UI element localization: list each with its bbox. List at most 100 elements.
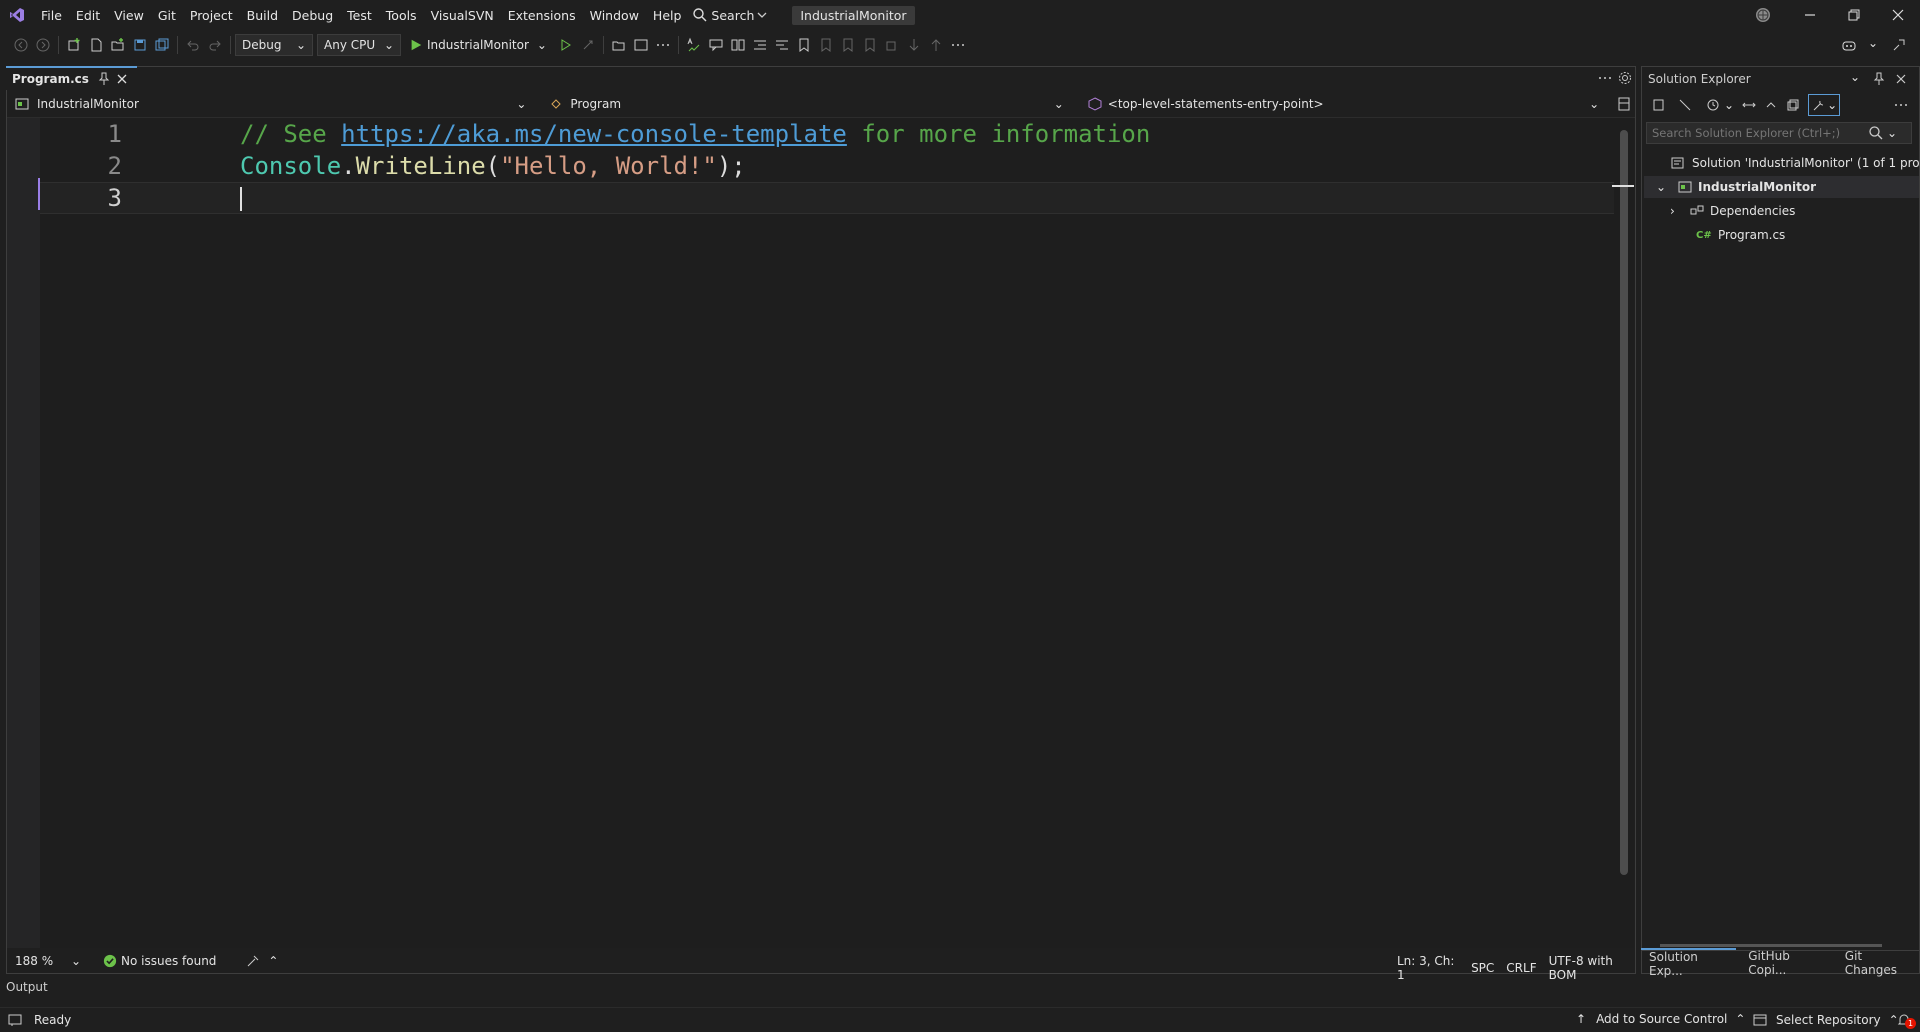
save-icon[interactable] — [129, 34, 151, 56]
tab-solution-explorer[interactable]: Solution Exp... — [1641, 947, 1737, 978]
pending-changes-filter-icon[interactable] — [1674, 94, 1696, 116]
template-link[interactable]: https://aka.ms/new-console-template — [341, 120, 847, 148]
show-all-files-icon[interactable] — [1782, 94, 1804, 116]
menu-debug[interactable]: Debug — [285, 8, 340, 23]
close-tab-icon[interactable] — [113, 68, 131, 90]
bookmark-icon[interactable] — [793, 34, 815, 56]
browse-icon[interactable] — [608, 34, 630, 56]
chevron-down-icon[interactable]: ⌄ — [1724, 98, 1734, 112]
pin-icon[interactable] — [95, 68, 113, 90]
extension-icon[interactable] — [881, 34, 903, 56]
visual-studio-logo-icon[interactable] — [4, 4, 30, 26]
new-item-icon[interactable] — [85, 34, 107, 56]
menu-visualsvn[interactable]: VisualSVN — [424, 8, 501, 23]
tree-item-solution[interactable]: Solution 'IndustrialMonitor' (1 of 1 pro… — [1670, 152, 1919, 174]
more-icon[interactable] — [1890, 94, 1912, 116]
sync-history-icon[interactable] — [1702, 94, 1724, 116]
notifications-button[interactable]: 1 — [1896, 1012, 1916, 1030]
chevron-down-icon[interactable]: ⌄ — [1656, 180, 1670, 194]
switch-views-icon[interactable] — [1648, 94, 1670, 116]
more-icon[interactable] — [652, 34, 674, 56]
copilot-icon[interactable] — [1838, 34, 1860, 56]
menu-build[interactable]: Build — [240, 8, 285, 23]
solution-explorer-search-input[interactable] — [1647, 126, 1867, 140]
tab-github-copilot[interactable]: GitHub Copi... — [1740, 949, 1833, 977]
menu-view[interactable]: View — [107, 8, 151, 23]
tree-item-project[interactable]: ⌄ IndustrialMonitor — [1644, 176, 1919, 198]
more-tabs-icon[interactable] — [1594, 67, 1616, 89]
menu-file[interactable]: File — [34, 8, 69, 23]
start-debugging-button[interactable]: IndustrialMonitor ⌄ — [409, 34, 547, 56]
chevron-down-icon[interactable]: ⌄ — [1887, 126, 1897, 140]
solution-configuration-dropdown[interactable]: Debug ⌄ — [235, 34, 313, 56]
save-all-icon[interactable] — [151, 34, 173, 56]
chevron-down-icon[interactable]: ⌄ — [1850, 70, 1860, 84]
menu-extensions[interactable]: Extensions — [501, 8, 583, 23]
undo-icon[interactable] — [182, 34, 204, 56]
solution-explorer-search[interactable]: ⌄ — [1646, 122, 1912, 144]
project-dropdown[interactable]: IndustrialMonitor ⌄ — [7, 93, 532, 115]
cursor-position[interactable]: Ln: 3, Ch: 1 — [1397, 954, 1459, 982]
split-window-icon[interactable] — [1613, 93, 1635, 115]
scrollbar-thumb[interactable] — [1620, 130, 1628, 875]
add-to-source-control-button[interactable]: ↑ Add to Source Control ⌃ — [1576, 1012, 1745, 1026]
window-icon[interactable] — [630, 34, 652, 56]
chevron-right-icon[interactable]: › — [1670, 204, 1684, 218]
tab-output[interactable]: Output — [6, 980, 48, 994]
comment-icon[interactable] — [705, 34, 727, 56]
select-repository-button[interactable]: Select Repository ⌃ — [1752, 1012, 1899, 1028]
menu-tools[interactable]: Tools — [379, 8, 424, 23]
arrow-down-icon[interactable] — [903, 34, 925, 56]
prev-bookmark-icon[interactable] — [815, 34, 837, 56]
redo-icon[interactable] — [204, 34, 226, 56]
tree-item-program-cs[interactable]: C# Program.cs — [1696, 224, 1785, 246]
close-panel-icon[interactable] — [1890, 68, 1912, 90]
more-icon[interactable] — [947, 34, 969, 56]
menu-project[interactable]: Project — [183, 8, 240, 23]
compare-icon[interactable] — [727, 34, 749, 56]
menu-edit[interactable]: Edit — [69, 8, 107, 23]
issues-indicator[interactable]: No issues found — [103, 950, 216, 972]
close-window-icon[interactable] — [1887, 4, 1909, 26]
arrow-up-icon[interactable] — [925, 34, 947, 56]
spell-check-icon[interactable] — [683, 34, 705, 56]
start-without-debugging-icon[interactable] — [555, 34, 577, 56]
preview-selected-toggle[interactable]: ⌄ — [1808, 94, 1841, 116]
search-icon[interactable] — [1867, 122, 1885, 144]
clear-bookmarks-icon[interactable] — [859, 34, 881, 56]
menu-help[interactable]: Help — [646, 8, 689, 23]
outdent-icon[interactable] — [749, 34, 771, 56]
collapse-all-icon[interactable] — [1760, 94, 1782, 116]
feedback-icon[interactable] — [1888, 34, 1910, 56]
zoom-dropdown[interactable]: 188 % ⌄ — [15, 954, 81, 968]
menu-test[interactable]: Test — [340, 8, 379, 23]
sync-with-document-icon[interactable] — [1738, 94, 1760, 116]
search-button[interactable]: Search — [692, 4, 770, 26]
chevron-up-icon[interactable]: ⌃ — [268, 954, 278, 968]
tree-item-dependencies[interactable]: › Dependencies — [1670, 200, 1795, 222]
hot-reload-icon[interactable] — [577, 34, 599, 56]
pin-icon[interactable] — [1868, 68, 1890, 90]
code-cleanup-icon[interactable] — [242, 950, 264, 972]
account-avatar-icon[interactable] — [1752, 4, 1774, 26]
file-encoding[interactable]: UTF-8 with BOM — [1549, 954, 1635, 982]
indent-icon[interactable] — [771, 34, 793, 56]
next-bookmark-icon[interactable] — [837, 34, 859, 56]
forward-icon[interactable] — [32, 34, 54, 56]
type-dropdown[interactable]: Program ⌄ — [542, 93, 1069, 115]
minimize-icon[interactable] — [1799, 4, 1821, 26]
status-window-icon[interactable] — [4, 1009, 26, 1031]
back-icon[interactable] — [10, 34, 32, 56]
solution-platform-dropdown[interactable]: Any CPU ⌄ — [317, 34, 401, 56]
chevron-down-icon[interactable]: ⌄ — [1868, 36, 1878, 50]
settings-gear-icon[interactable] — [1614, 67, 1636, 89]
new-project-icon[interactable] — [63, 34, 85, 56]
whitespace-mode[interactable]: SPC — [1471, 961, 1494, 975]
code-editor[interactable]: 1 // See https://aka.ms/new-console-temp… — [40, 118, 1614, 948]
member-dropdown[interactable]: <top-level-statements-entry-point> ⌄ — [1080, 93, 1605, 115]
restore-icon[interactable] — [1843, 4, 1865, 26]
menu-window[interactable]: Window — [583, 8, 646, 23]
line-ending[interactable]: CRLF — [1506, 961, 1536, 975]
open-icon[interactable] — [107, 34, 129, 56]
menu-git[interactable]: Git — [151, 8, 183, 23]
